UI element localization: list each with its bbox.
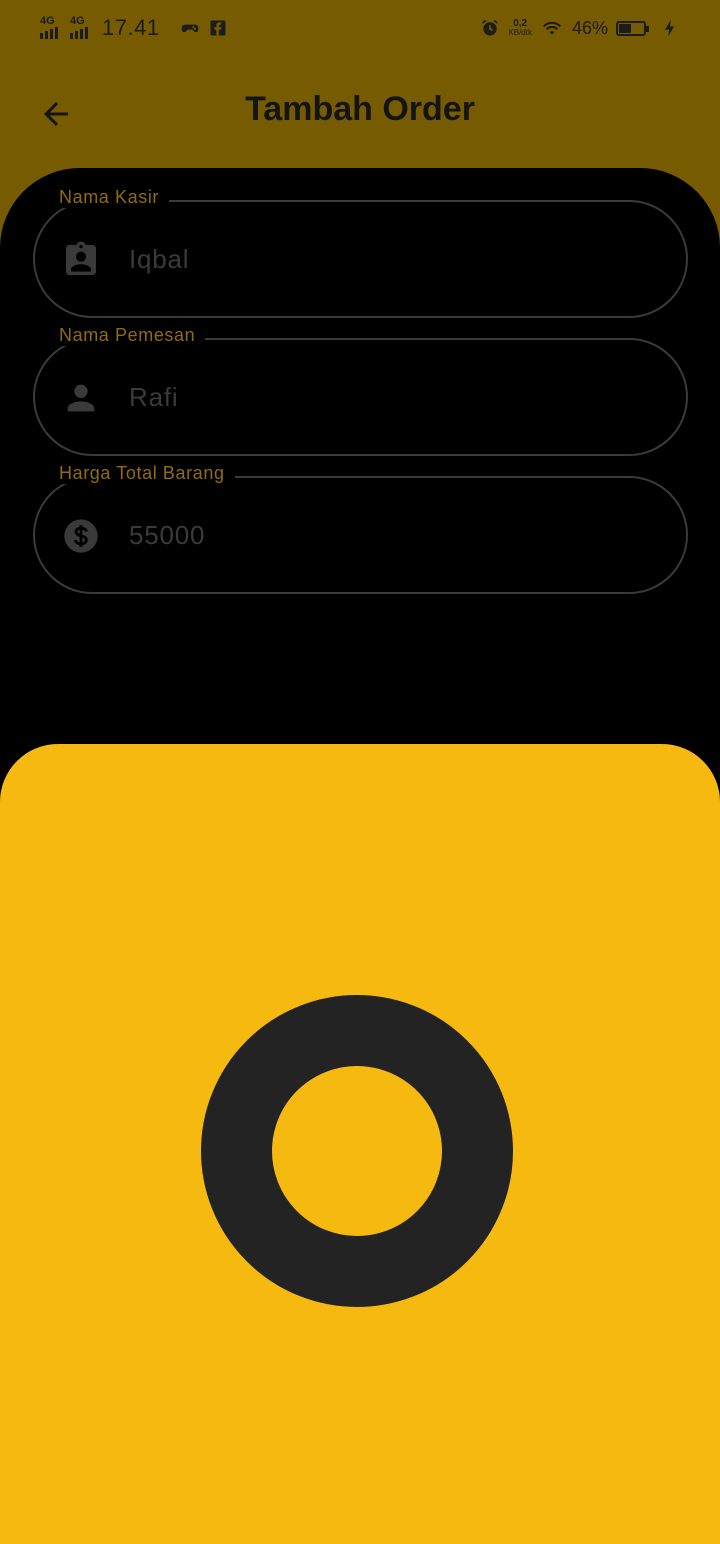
dollar-circle-icon [64, 519, 98, 553]
total-price-label: Harga Total Barang [49, 463, 235, 484]
person-icon [67, 384, 95, 412]
customer-name-label: Nama Pemesan [49, 325, 206, 346]
speed-unit: KB/dtk [508, 28, 532, 37]
total-price-input[interactable]: 55000 [129, 520, 609, 551]
loading-sheet [0, 744, 720, 1544]
facebook-icon [210, 20, 226, 36]
speed-value: 0,2 [513, 18, 528, 29]
total-price-field[interactable]: Harga Total Barang 55000 [33, 463, 688, 594]
status-bar: 4G 4G 17.41 0,2 KB/dtk 46% [0, 0, 720, 56]
customer-name-field[interactable]: Nama Pemesan Rafi [33, 325, 688, 456]
cashier-name-input[interactable]: Iqbal [129, 244, 609, 275]
customer-name-input[interactable]: Rafi [129, 382, 609, 413]
cashier-name-label: Nama Kasir [49, 187, 170, 208]
game-controller-icon [181, 24, 198, 33]
page-title: Tambah Order [245, 90, 475, 128]
signal-icon-2: 4G [70, 15, 88, 39]
app-bar: Tambah Order [0, 70, 720, 154]
network-speed: 0,2 KB/dtk [508, 18, 532, 38]
network-type-2: 4G [70, 15, 85, 27]
status-right: 0,2 KB/dtk 46% [480, 18, 680, 39]
battery-percent: 46% [571, 17, 608, 38]
clock: 17.41 [102, 15, 160, 40]
cashier-name-field[interactable]: Nama Kasir Iqbal [33, 187, 688, 318]
contact-badge-icon [66, 241, 96, 275]
alarm-icon [482, 19, 499, 36]
signal-icon-1: 4G [40, 15, 58, 39]
battery-icon [616, 20, 649, 36]
network-type-1: 4G [40, 15, 55, 27]
charging-icon [665, 19, 675, 37]
status-left: 4G 4G 17.41 [40, 15, 228, 41]
loading-spinner-icon [201, 995, 513, 1307]
wifi-icon [542, 21, 562, 35]
